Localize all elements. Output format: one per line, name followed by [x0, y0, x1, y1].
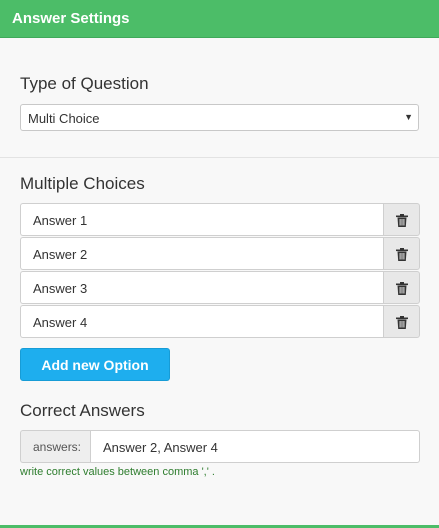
- correct-answers-input[interactable]: Answer 2, Answer 4: [90, 430, 420, 463]
- delete-choice-button[interactable]: [383, 203, 420, 236]
- choice-value: Answer 2: [33, 247, 88, 262]
- panel-header: Answer Settings: [0, 0, 439, 38]
- answers-addon: answers:: [20, 430, 90, 463]
- trash-icon: [396, 316, 408, 329]
- answers-addon-label: answers:: [33, 440, 82, 454]
- question-type-select[interactable]: Multi Choice ▼: [20, 104, 419, 131]
- choice-row: Answer 2: [20, 237, 420, 270]
- trash-icon: [396, 282, 408, 295]
- choice-input[interactable]: Answer 3: [20, 271, 384, 304]
- correct-answers-label: Correct Answers: [20, 401, 145, 420]
- trash-icon: [396, 248, 408, 261]
- choice-value: Answer 3: [33, 281, 88, 296]
- delete-choice-button[interactable]: [383, 271, 420, 304]
- add-option-label: Add new Option: [41, 357, 149, 373]
- section-divider: [0, 157, 439, 158]
- choice-row: Answer 3: [20, 271, 420, 304]
- trash-icon: [396, 214, 408, 227]
- choice-row: Answer 4: [20, 305, 420, 338]
- choice-input[interactable]: Answer 1: [20, 203, 384, 236]
- panel-title: Answer Settings: [12, 10, 130, 27]
- multiple-choices-label: Multiple Choices: [20, 174, 145, 193]
- delete-choice-button[interactable]: [383, 237, 420, 270]
- question-type-label: Type of Question: [20, 74, 149, 93]
- question-type-value: Multi Choice: [28, 111, 100, 126]
- choice-row: Answer 1: [20, 203, 420, 236]
- delete-choice-button[interactable]: [383, 305, 420, 338]
- chevron-down-icon: ▼: [404, 112, 413, 122]
- correct-answers-value: Answer 2, Answer 4: [103, 440, 218, 455]
- choice-input[interactable]: Answer 2: [20, 237, 384, 270]
- add-option-button[interactable]: Add new Option: [20, 348, 170, 381]
- correct-answers-group: answers: Answer 2, Answer 4: [20, 430, 420, 463]
- choice-value: Answer 4: [33, 315, 88, 330]
- choice-input[interactable]: Answer 4: [20, 305, 384, 338]
- choice-value: Answer 1: [33, 213, 88, 228]
- correct-answers-hint: write correct values between comma ',' .: [20, 466, 215, 478]
